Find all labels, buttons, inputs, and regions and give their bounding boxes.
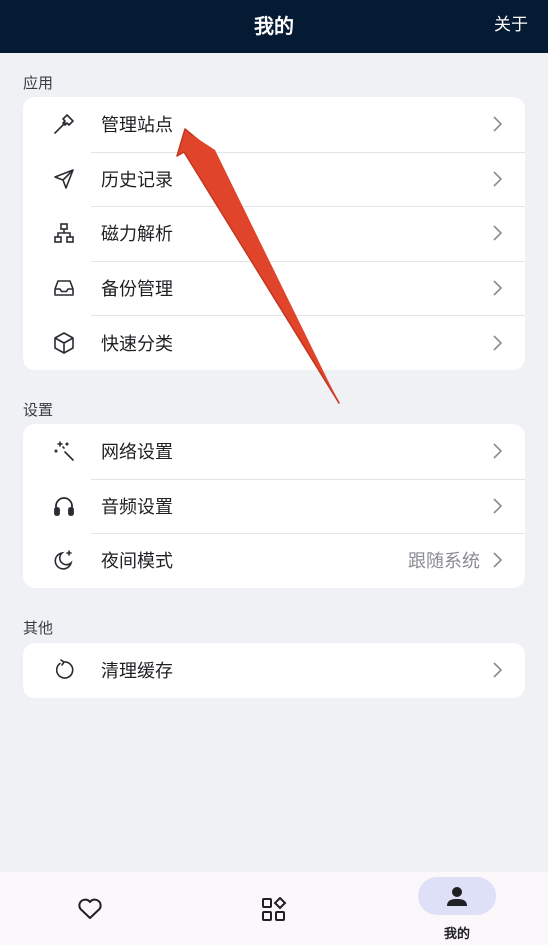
list-item-label: 历史记录: [101, 169, 173, 191]
list-item-label: 网络设置: [101, 442, 173, 464]
about-button[interactable]: 关于: [494, 0, 528, 53]
moon-stars-icon: [51, 547, 77, 573]
list-item-night-mode[interactable]: 夜间模式 跟随系统: [23, 533, 525, 588]
list-item-label: 音频设置: [101, 496, 173, 518]
send-icon: [51, 166, 77, 192]
person-icon: [447, 887, 467, 906]
refresh-icon: [51, 657, 77, 683]
list-item-audio-settings[interactable]: 音频设置: [23, 478, 525, 534]
chevron-right-icon: [493, 116, 503, 132]
app-settings-card: 管理站点 历史记录 磁力解析 备份管理 快速分类: [23, 97, 525, 370]
list-item-quick-category[interactable]: 快速分类: [23, 315, 525, 370]
nav-mine-label: 我的: [443, 927, 470, 942]
section-label-settings: 设置: [23, 401, 54, 419]
list-item-backup[interactable]: 备份管理: [23, 260, 525, 316]
nav-apps[interactable]: [214, 872, 334, 945]
list-item-manage-sites[interactable]: 管理站点: [23, 97, 525, 152]
chevron-right-icon: [493, 443, 503, 459]
other-card: 清理缓存: [23, 643, 525, 698]
heart-icon: [78, 898, 102, 919]
list-item-magnet-parse[interactable]: 磁力解析: [23, 206, 525, 261]
list-item-clear-cache[interactable]: 清理缓存: [23, 643, 525, 698]
settings-card: 网络设置 音频设置 夜间模式 跟随系统: [23, 424, 525, 588]
magic-wand-icon: [51, 438, 77, 464]
list-item-label: 快速分类: [101, 333, 173, 355]
section-label-app: 应用: [23, 74, 54, 92]
chevron-right-icon: [493, 662, 503, 678]
sitemap-icon: [51, 220, 77, 246]
top-app-bar: 我的 关于: [0, 0, 548, 53]
chevron-right-icon: [493, 280, 503, 296]
list-item-history[interactable]: 历史记录: [23, 151, 525, 207]
headphones-icon: [51, 493, 77, 519]
section-label-other: 其他: [23, 619, 54, 637]
hammer-icon: [51, 111, 77, 137]
chevron-right-icon: [493, 335, 503, 351]
list-item-label: 备份管理: [101, 279, 173, 301]
list-item-label: 管理站点: [101, 115, 173, 137]
list-item-label: 清理缓存: [101, 661, 173, 683]
night-mode-value: 跟随系统: [408, 551, 480, 573]
chevron-right-icon: [493, 552, 503, 569]
nav-favorites[interactable]: [30, 872, 150, 945]
list-item-label: 磁力解析: [101, 224, 173, 246]
apps-icon: [262, 897, 287, 921]
chevron-right-icon: [493, 498, 503, 514]
list-item-label: 夜间模式: [101, 551, 173, 573]
cube-icon: [51, 330, 77, 356]
list-item-network-settings[interactable]: 网络设置: [23, 424, 525, 479]
page-title: 我的: [254, 14, 294, 38]
chevron-right-icon: [493, 225, 503, 242]
chevron-right-icon: [493, 171, 503, 187]
inbox-icon: [51, 275, 77, 301]
